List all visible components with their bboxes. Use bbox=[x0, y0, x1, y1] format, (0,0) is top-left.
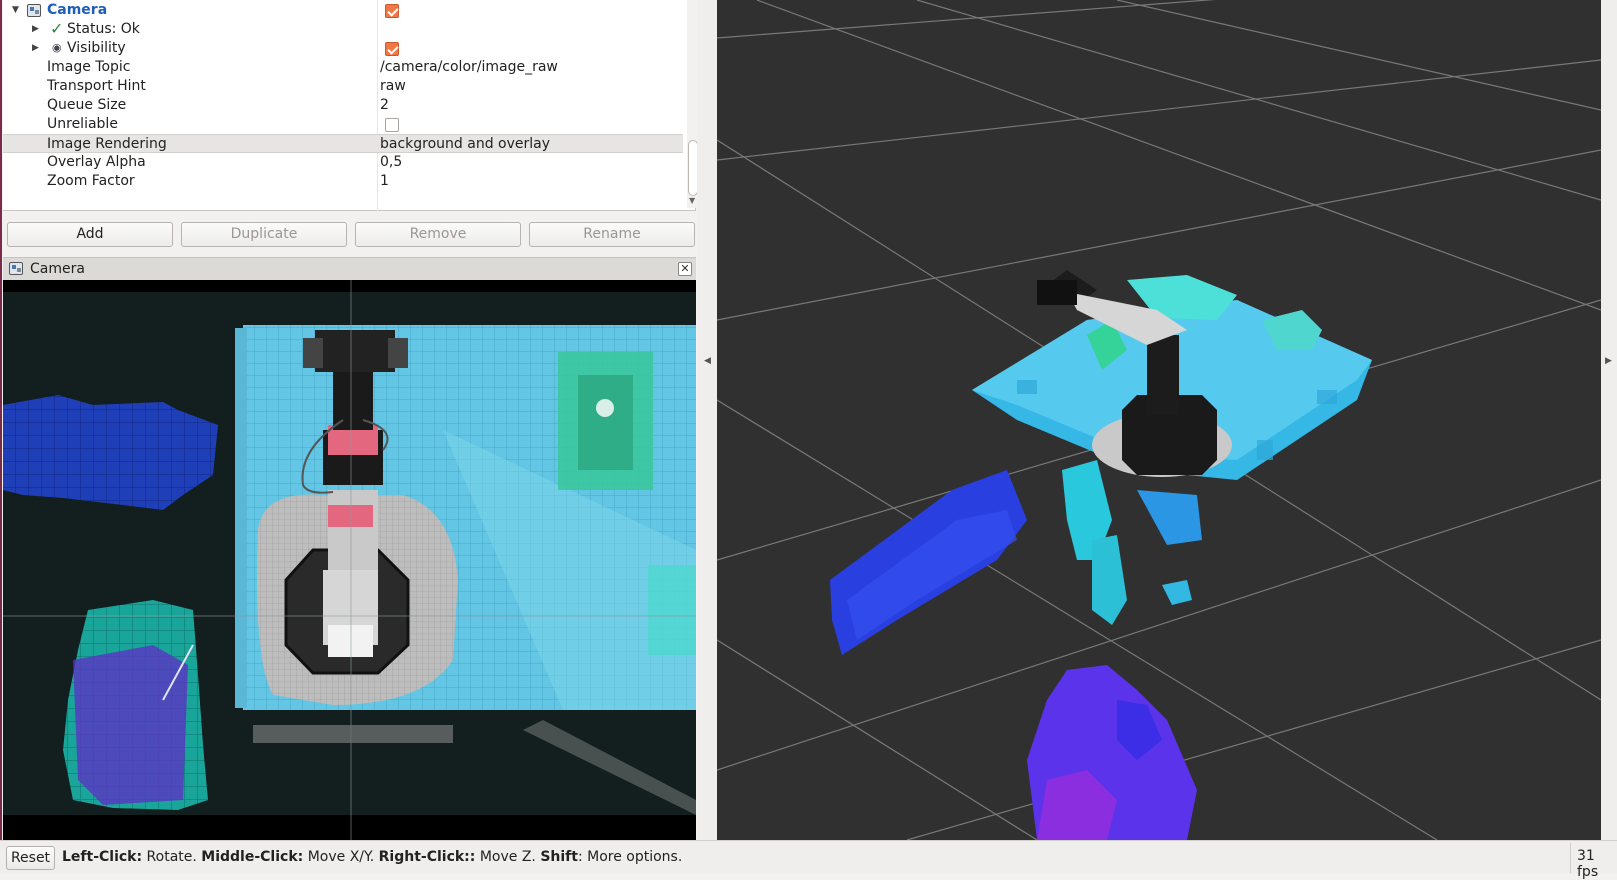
collapse-left-arrow-icon[interactable]: ◀ bbox=[704, 356, 711, 366]
left-click-key: Left-Click: bbox=[62, 849, 143, 865]
expand-arrow-icon[interactable]: ▶ bbox=[32, 43, 39, 53]
right-collapse-bar[interactable]: ▶ bbox=[1601, 0, 1617, 840]
collapse-arrow-icon[interactable]: ▼ bbox=[12, 5, 19, 15]
visibility-checkbox[interactable] bbox=[385, 42, 399, 56]
right-click-text: Move Z. bbox=[475, 849, 541, 865]
left-click-text: Rotate. bbox=[142, 849, 202, 865]
rename-button[interactable]: Rename bbox=[529, 222, 695, 247]
property-row-transport-hint[interactable]: Transport Hint raw bbox=[3, 77, 683, 96]
camera-overlay-image bbox=[3, 280, 696, 840]
property-name: Queue Size bbox=[47, 97, 127, 113]
camera-panel-title: Camera bbox=[30, 261, 85, 277]
3d-render-view[interactable] bbox=[717, 0, 1601, 840]
property-name: Transport Hint bbox=[47, 78, 146, 94]
property-name: Overlay Alpha bbox=[47, 154, 146, 170]
property-row-image-rendering[interactable]: Image Rendering background and overlay bbox=[3, 134, 683, 153]
property-name: Unreliable bbox=[47, 116, 118, 132]
status-ok-check-icon: ✓ bbox=[50, 19, 64, 38]
status-bar: Reset Left-Click: Rotate. Middle-Click: … bbox=[0, 840, 1617, 880]
shift-text: : More options. bbox=[577, 849, 683, 865]
property-value[interactable]: background and overlay bbox=[380, 136, 550, 152]
eye-icon: ◉ bbox=[52, 41, 62, 54]
close-icon[interactable]: ✕ bbox=[678, 262, 692, 276]
add-button[interactable]: Add bbox=[7, 222, 173, 247]
property-row-zoom-factor[interactable]: Zoom Factor 1 bbox=[3, 172, 683, 191]
camera-display-label: Camera bbox=[47, 2, 108, 18]
property-name: Zoom Factor bbox=[47, 173, 135, 189]
tree-row-camera[interactable]: ▼ Camera bbox=[3, 1, 683, 20]
camera-panel-titlebar[interactable]: Camera ✕ bbox=[3, 257, 696, 280]
property-value[interactable]: 2 bbox=[380, 97, 389, 113]
shift-key: Shift bbox=[540, 849, 578, 865]
scroll-down-arrow-icon[interactable]: ▼ bbox=[689, 196, 695, 205]
camera-panel-icon bbox=[9, 262, 23, 275]
displays-tree[interactable]: ▼ Camera ▶ ✓ Status: Ok ▶ ◉ Visibility I… bbox=[3, 0, 699, 211]
camera-enabled-checkbox[interactable] bbox=[385, 4, 399, 18]
camera-display-icon bbox=[27, 4, 41, 17]
window-edge bbox=[0, 0, 2, 874]
fps-counter: 31 fps bbox=[1570, 843, 1617, 880]
property-value[interactable]: raw bbox=[380, 78, 406, 94]
view-splitter[interactable]: ◀ bbox=[697, 0, 717, 840]
duplicate-button[interactable]: Duplicate bbox=[181, 222, 347, 247]
status-label: Status: Ok bbox=[67, 21, 140, 37]
unreliable-checkbox[interactable] bbox=[385, 118, 399, 132]
middle-click-key: Middle-Click: bbox=[201, 849, 304, 865]
middle-click-text: Move X/Y. bbox=[303, 849, 379, 865]
expand-arrow-icon[interactable]: ▶ bbox=[32, 24, 39, 34]
property-value[interactable]: 1 bbox=[380, 173, 389, 189]
camera-image-view[interactable] bbox=[3, 280, 696, 840]
3d-scene bbox=[717, 0, 1601, 840]
property-row-queue-size[interactable]: Queue Size 2 bbox=[3, 96, 683, 115]
tree-row-visibility[interactable]: ▶ ◉ Visibility bbox=[3, 39, 683, 58]
property-name: Image Topic bbox=[47, 59, 131, 75]
property-value[interactable]: /camera/color/image_raw bbox=[380, 59, 558, 75]
tree-row-status[interactable]: ▶ ✓ Status: Ok bbox=[3, 19, 683, 39]
reset-button[interactable]: Reset bbox=[6, 846, 55, 870]
property-row-image-topic[interactable]: Image Topic /camera/color/image_raw bbox=[3, 58, 683, 77]
property-value[interactable]: 0,5 bbox=[380, 154, 402, 170]
property-row-overlay-alpha[interactable]: Overlay Alpha 0,5 bbox=[3, 153, 683, 172]
right-click-key: Right-Click:: bbox=[378, 849, 476, 865]
remove-button[interactable]: Remove bbox=[355, 222, 521, 247]
property-row-unreliable[interactable]: Unreliable bbox=[3, 115, 683, 134]
expand-right-arrow-icon[interactable]: ▶ bbox=[1605, 356, 1612, 366]
visibility-label: Visibility bbox=[67, 40, 126, 56]
mouse-help-text: Left-Click: Rotate. Middle-Click: Move X… bbox=[62, 849, 682, 865]
property-name: Image Rendering bbox=[47, 136, 167, 152]
